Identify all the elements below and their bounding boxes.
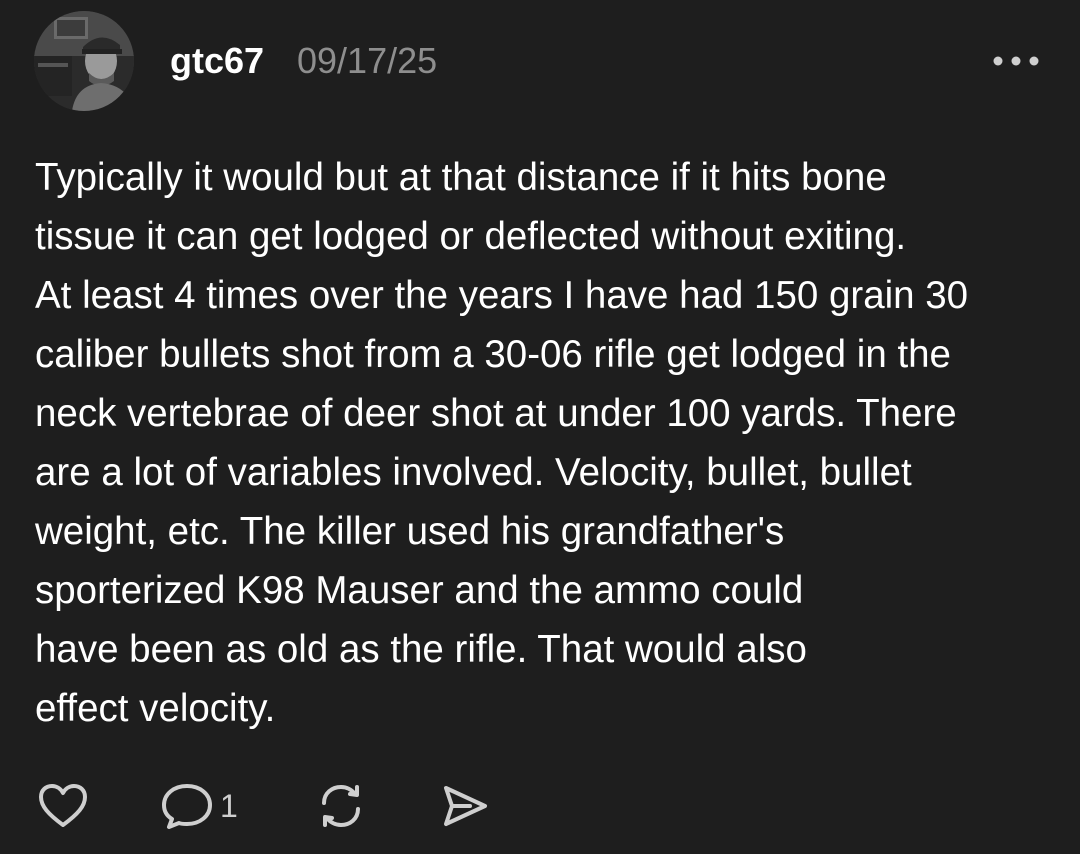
post-body-line: neck vertebrae of deer shot at under 100… — [35, 392, 957, 435]
heart-icon — [39, 784, 87, 827]
action-bar: 1 — [0, 776, 1080, 836]
post-body-line: tissue it can get lodged or deflected wi… — [35, 215, 907, 258]
reply-button[interactable]: 1 — [160, 776, 238, 836]
send-icon — [444, 786, 487, 826]
username[interactable]: gtc67 — [170, 40, 264, 82]
reply-count: 1 — [220, 787, 238, 824]
avatar-photo — [34, 11, 134, 111]
more-horizontal-icon — [993, 56, 1039, 66]
repost-button[interactable] — [314, 776, 368, 836]
post-body-line: At least 4 times over the years I have h… — [35, 274, 969, 317]
like-button[interactable] — [38, 776, 88, 836]
post-body-line: have been as old as the rifle. That woul… — [35, 628, 807, 671]
more-options-button[interactable] — [988, 45, 1048, 77]
post-body-line: weight, etc. The killer used his grandfa… — [35, 510, 785, 553]
share-button[interactable] — [440, 776, 490, 836]
post-body: Typically it would but at that distance … — [35, 148, 1055, 738]
post-body-line: Typically it would but at that distance … — [35, 156, 887, 199]
comment-icon — [162, 784, 212, 829]
post-date: 09/17/25 — [297, 40, 438, 81]
post-card: gtc67 09/17/25 Typically it would but at… — [0, 0, 1080, 854]
repost-icon — [322, 784, 360, 828]
post-body-line: caliber bullets shot from a 30-06 rifle … — [35, 333, 951, 376]
post-body-line: effect velocity. — [35, 687, 276, 730]
post-body-line: are a lot of variables involved. Velocit… — [35, 451, 912, 494]
avatar[interactable] — [34, 11, 134, 111]
post-body-line: sporterized K98 Mauser and the ammo coul… — [35, 569, 804, 612]
